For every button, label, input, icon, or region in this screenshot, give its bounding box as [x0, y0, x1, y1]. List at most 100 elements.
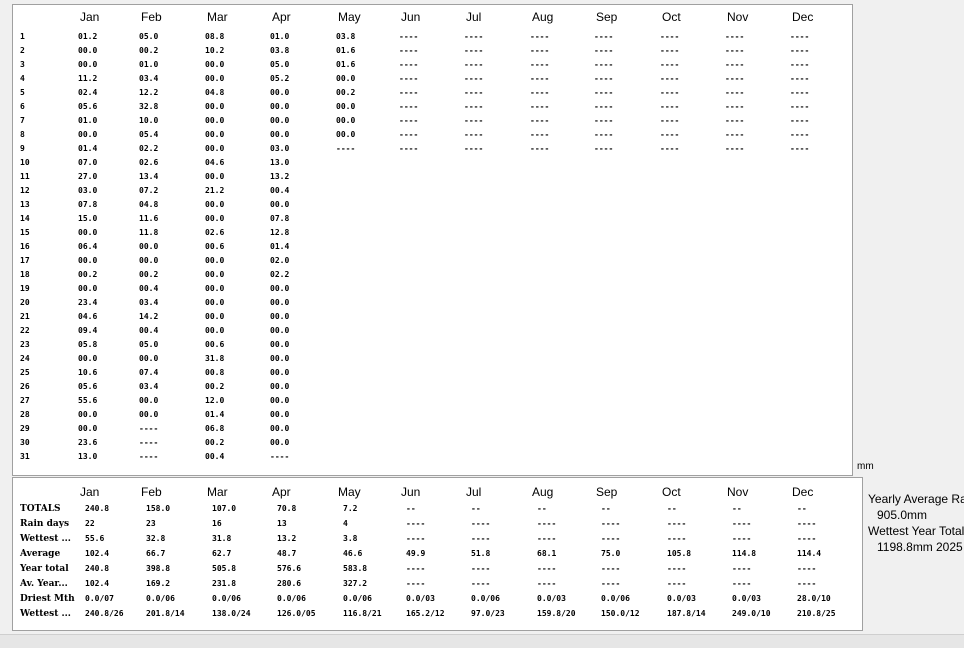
daily-cell: ---- [660, 130, 680, 139]
daily-cell: 01.2 [78, 32, 98, 41]
daily-cell: ---- [139, 424, 159, 433]
day-number: 13 [20, 200, 30, 209]
month-header-sep: Sep [596, 10, 618, 24]
daily-cell: 12.8 [270, 228, 290, 237]
daily-cell: 00.0 [205, 298, 225, 307]
daily-cell: 00.0 [205, 172, 225, 181]
summary-row-label: TOTALS [20, 504, 61, 514]
daily-cell: ---- [660, 102, 680, 111]
daily-cell: 31.8 [205, 354, 225, 363]
summary-cell: 201.8/14 [146, 609, 185, 618]
daily-cell: 03.4 [139, 382, 159, 391]
daily-cell: 15.0 [78, 214, 98, 223]
daily-cell: ---- [594, 144, 614, 153]
daily-cell: 00.0 [205, 60, 225, 69]
summary-cell: 23 [146, 519, 156, 528]
summary-month-header-jun: Jun [401, 485, 421, 499]
day-number: 27 [20, 396, 30, 405]
summary-cell: -- [537, 504, 547, 513]
daily-cell: ---- [790, 130, 810, 139]
wettest-year-year: 2025 [936, 540, 963, 554]
month-header-may: May [338, 10, 361, 24]
summary-cell: 16 [212, 519, 222, 528]
daily-cell: ---- [790, 102, 810, 111]
daily-cell: ---- [725, 74, 745, 83]
summary-cell: ---- [797, 564, 817, 573]
daily-cell: 03.8 [270, 46, 290, 55]
daily-cell: 00.0 [78, 130, 98, 139]
day-number: 21 [20, 312, 30, 321]
summary-cell: 0.0/06 [601, 594, 630, 603]
day-number: 2 [20, 46, 25, 55]
month-header-jan: Jan [80, 10, 100, 24]
daily-cell: 03.4 [139, 74, 159, 83]
summary-cell: 13.2 [277, 534, 297, 543]
daily-cell: ---- [530, 88, 550, 97]
summary-cell: 48.7 [277, 549, 297, 558]
summary-cell: 169.2 [146, 579, 171, 588]
daily-cell: 05.0 [139, 32, 159, 41]
daily-cell: 00.0 [336, 74, 356, 83]
summary-month-header-feb: Feb [141, 485, 162, 499]
daily-cell: ---- [790, 46, 810, 55]
daily-cell: ---- [530, 116, 550, 125]
month-header-oct: Oct [662, 10, 681, 24]
summary-cell: 165.2/12 [406, 609, 445, 618]
daily-cell: 05.6 [78, 102, 98, 111]
daily-cell: 03.0 [270, 144, 290, 153]
daily-cell: ---- [464, 74, 484, 83]
daily-cell: ---- [790, 74, 810, 83]
daily-cell: 00.0 [270, 102, 290, 111]
day-number: 11 [20, 172, 30, 181]
daily-cell: 00.0 [336, 102, 356, 111]
summary-month-header-sep: Sep [596, 485, 618, 499]
day-number: 5 [20, 88, 25, 97]
daily-cell: ---- [399, 32, 419, 41]
summary-cell: 0.0/03 [406, 594, 435, 603]
daily-cell: 04.8 [139, 200, 159, 209]
daily-cell: 00.2 [205, 382, 225, 391]
daily-cell: 00.0 [270, 396, 290, 405]
daily-cell: 05.2 [270, 74, 290, 83]
daily-cell: 00.2 [139, 270, 159, 279]
summary-cell: -- [406, 504, 416, 513]
summary-cell: ---- [732, 519, 752, 528]
summary-cell: -- [471, 504, 481, 513]
daily-cell: ---- [660, 46, 680, 55]
daily-cell: 03.8 [336, 32, 356, 41]
daily-cell: ---- [790, 60, 810, 69]
summary-cell: ---- [406, 534, 426, 543]
summary-month-header-jul: Jul [466, 485, 482, 499]
daily-cell: ---- [725, 46, 745, 55]
summary-cell: 28.0/10 [797, 594, 831, 603]
daily-cell: 11.8 [139, 228, 159, 237]
daily-cell: 02.6 [205, 228, 225, 237]
daily-cell: 02.4 [78, 88, 98, 97]
daily-cell: 00.0 [270, 130, 290, 139]
daily-cell: 00.0 [78, 354, 98, 363]
daily-cell: ---- [725, 88, 745, 97]
daily-cell: ---- [594, 130, 614, 139]
daily-cell: 00.0 [270, 326, 290, 335]
daily-cell: 00.4 [205, 452, 225, 461]
summary-cell: ---- [471, 519, 491, 528]
day-number: 30 [20, 438, 30, 447]
daily-cell: ---- [530, 32, 550, 41]
day-number: 1 [20, 32, 25, 41]
daily-cell: 21.2 [205, 186, 225, 195]
summary-cell: 102.4 [85, 579, 110, 588]
daily-cell: ---- [399, 144, 419, 153]
daily-cell: 55.6 [78, 396, 98, 405]
summary-cell: 240.8/26 [85, 609, 124, 618]
day-number: 28 [20, 410, 30, 419]
summary-cell: 114.8 [732, 549, 757, 558]
daily-cell: ---- [660, 32, 680, 41]
daily-cell: 05.4 [139, 130, 159, 139]
daily-cell: ---- [660, 116, 680, 125]
summary-cell: ---- [537, 534, 557, 543]
summary-cell: 97.0/23 [471, 609, 505, 618]
daily-cell: 00.0 [270, 438, 290, 447]
summary-cell: 138.0/24 [212, 609, 251, 618]
summary-cell: 158.0 [146, 504, 171, 513]
summary-row-label: Wettest ... [20, 534, 71, 544]
